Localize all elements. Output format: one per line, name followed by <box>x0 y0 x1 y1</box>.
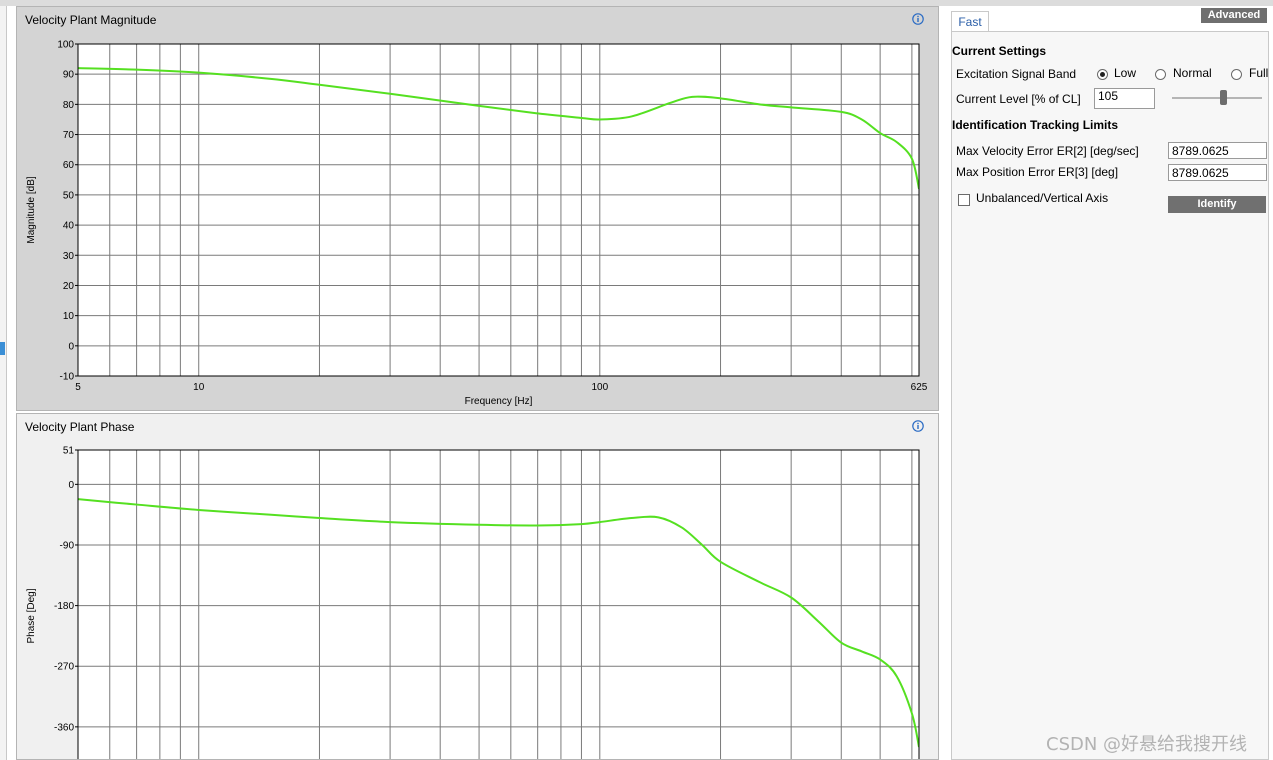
current-level-input[interactable]: 105 <box>1094 88 1155 109</box>
y-tick-label: -180 <box>54 601 74 612</box>
y-tick-label: 0 <box>68 480 74 491</box>
magnitude-chart: -10 0 10 20 30 40 50 60 70 80 90 100 5 10 100 625 Freque… <box>26 40 928 408</box>
band-low-label: Low <box>1114 66 1137 80</box>
watermark: CSDN @好悬给我搜开线 <box>1046 734 1248 755</box>
max-velocity-label: Max Velocity Error ER[2] [deg/sec] <box>956 144 1139 158</box>
y-axis-label: Phase [Deg] <box>26 588 37 643</box>
max-velocity-input[interactable]: 8789.0625 <box>1168 142 1267 159</box>
phase-chart: 51 0 -90 -180 -270 -360 Phase [Deg] <box>26 446 920 759</box>
tracking-limits-heading: Identification Tracking Limits <box>952 118 1119 132</box>
y-tick-label: 40 <box>63 221 75 232</box>
x-tick-label: 10 <box>193 382 205 393</box>
y-tick-label: 80 <box>63 100 75 111</box>
left-gap <box>7 6 16 760</box>
y-tick-label: 90 <box>63 70 75 81</box>
settings-pane: Fast Advanced Current Settings Excitatio… <box>940 6 1273 760</box>
y-tick-label: 51 <box>63 446 75 457</box>
y-tick-label: 0 <box>68 341 74 352</box>
y-tick-label: -270 <box>54 662 74 673</box>
y-tick-label: 100 <box>57 40 74 51</box>
x-tick-label: 100 <box>591 382 608 393</box>
info-icon[interactable] <box>912 420 924 432</box>
tab-fast[interactable]: Fast <box>951 11 989 32</box>
band-full-label: Full <box>1249 66 1269 80</box>
band-normal-radio[interactable] <box>1155 69 1166 80</box>
identify-button[interactable]: Identify <box>1168 196 1266 213</box>
y-tick-label: 10 <box>63 311 75 322</box>
y-tick-label: 20 <box>63 281 75 292</box>
y-tick-label: 60 <box>63 160 75 171</box>
magnitude-panel-title: Velocity Plant Magnitude <box>25 13 157 27</box>
unbalanced-checkbox[interactable] <box>958 194 970 206</box>
band-normal-label: Normal <box>1173 66 1212 80</box>
current-level-slider-track[interactable] <box>1172 97 1262 99</box>
unbalanced-label: Unbalanced/Vertical Axis <box>976 191 1109 205</box>
y-tick-label: -360 <box>54 722 74 733</box>
magnitude-panel: -10 0 10 20 30 40 50 60 70 80 90 100 5 10 100 625 Freque… <box>16 6 939 411</box>
x-tick-label: 625 <box>911 382 928 393</box>
y-tick-label: -10 <box>60 372 75 383</box>
band-low-radio[interactable] <box>1097 69 1108 80</box>
left-sidebar-strip <box>0 6 7 760</box>
x-tick-label: 5 <box>75 382 81 393</box>
max-position-label: Max Position Error ER[3] [deg] <box>956 165 1119 179</box>
info-icon[interactable] <box>912 13 924 25</box>
y-tick-label: 70 <box>63 130 75 141</box>
y-tick-label: 30 <box>63 251 75 262</box>
fast-tab-content: Current Settings Excitation Signal Band … <box>951 31 1269 760</box>
phase-panel: 51 0 -90 -180 -270 -360 Phase [Deg] Velocity P… <box>16 413 939 760</box>
plot-area <box>78 450 919 759</box>
x-axis-label: Frequency [Hz] <box>465 396 533 407</box>
max-position-input[interactable]: 8789.0625 <box>1168 164 1267 181</box>
excitation-label: Excitation Signal Band <box>956 67 1077 81</box>
current-settings-heading: Current Settings <box>952 44 1047 58</box>
y-axis-label: Magnitude [dB] <box>26 176 37 243</box>
current-level-slider-thumb[interactable] <box>1220 90 1227 105</box>
phase-panel-title: Velocity Plant Phase <box>25 420 135 434</box>
y-tick-label: 50 <box>63 190 75 201</box>
band-full-radio[interactable] <box>1231 69 1242 80</box>
y-tick-label: -90 <box>60 540 75 551</box>
plot-area <box>78 44 919 376</box>
left-selection-marker <box>0 342 5 355</box>
advanced-button[interactable]: Advanced <box>1201 8 1267 23</box>
current-level-label: Current Level [% of CL] <box>956 92 1081 106</box>
